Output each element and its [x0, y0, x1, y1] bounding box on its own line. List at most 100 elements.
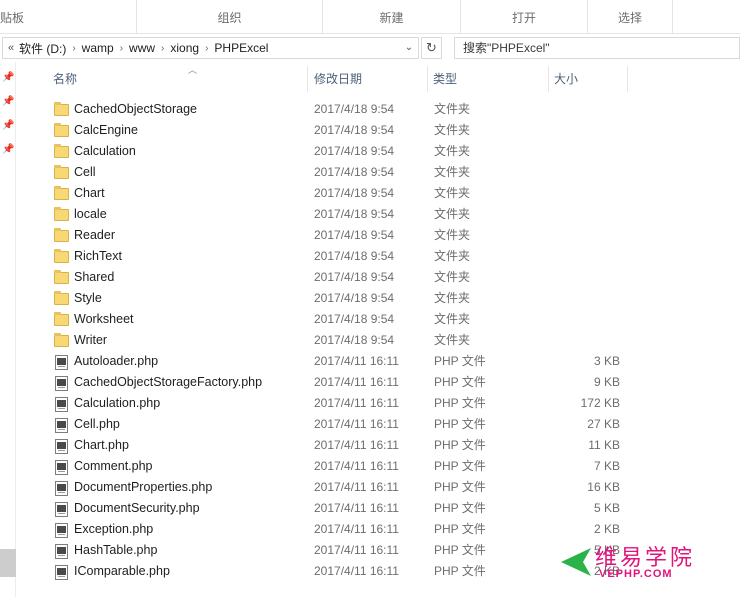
ribbon-group-open[interactable]: 打开 [461, 0, 587, 34]
overflow-chevron-icon[interactable]: « [3, 42, 19, 54]
file-name: Exception.php [74, 522, 154, 536]
file-type: 文件夹 [434, 270, 471, 284]
folder-icon [54, 249, 70, 264]
breadcrumb-item-wamp[interactable]: wamp [82, 41, 114, 55]
folder-icon [54, 228, 70, 243]
file-name: Style [74, 291, 102, 305]
file-type: PHP 文件 [434, 480, 486, 494]
file-row[interactable]: Cell.php 2017/4/11 16:11 PHP 文件 27 KB [16, 414, 740, 435]
address-dropdown-icon[interactable]: ⌄ [402, 41, 416, 55]
file-type: PHP 文件 [434, 354, 486, 368]
file-modified-date: 2017/4/18 9:54 [314, 123, 395, 137]
file-modified-date: 2017/4/11 16:11 [314, 396, 399, 410]
folder-icon [54, 102, 70, 117]
file-type: PHP 文件 [434, 501, 486, 515]
file-row[interactable]: Worksheet 2017/4/18 9:54 文件夹 [16, 309, 740, 330]
file-row[interactable]: RichText 2017/4/18 9:54 文件夹 [16, 246, 740, 267]
file-name: Calculation [74, 144, 136, 158]
php-file-icon [54, 355, 70, 370]
file-name: CalcEngine [74, 123, 138, 137]
file-modified-date: 2017/4/11 16:11 [314, 438, 399, 452]
file-row[interactable]: locale 2017/4/18 9:54 文件夹 [16, 204, 740, 225]
breadcrumb-item-www[interactable]: www [129, 41, 155, 55]
file-modified-date: 2017/4/11 16:11 [314, 501, 399, 515]
column-header-name[interactable]: 名称 [48, 62, 306, 96]
breadcrumb-chevron-icon[interactable]: › [120, 43, 123, 54]
file-type: 文件夹 [434, 228, 471, 242]
refresh-button[interactable]: ↻ [421, 37, 442, 59]
file-name: Chart [74, 186, 105, 200]
column-divider[interactable] [627, 66, 628, 92]
file-row[interactable]: Cell 2017/4/18 9:54 文件夹 [16, 162, 740, 183]
ribbon: 贴板 组织 新建 打开 选择 [0, 0, 740, 34]
column-header-type[interactable]: 类型 [428, 62, 548, 96]
ribbon-group-clipboard[interactable]: 贴板 [0, 0, 30, 34]
file-row[interactable]: DocumentProperties.php 2017/4/11 16:11 PHP… [16, 477, 740, 498]
file-row[interactable]: Style 2017/4/18 9:54 文件夹 [16, 288, 740, 309]
file-row[interactable]: Chart 2017/4/18 9:54 文件夹 [16, 183, 740, 204]
file-row[interactable]: Comment.php 2017/4/11 16:11 PHP 文件 7 KB [16, 456, 740, 477]
file-name: DocumentSecurity.php [74, 501, 200, 515]
file-size: 2 KB [593, 522, 620, 536]
ribbon-group-new[interactable]: 新建 [323, 0, 460, 34]
file-modified-date: 2017/4/18 9:54 [314, 249, 395, 263]
search-input[interactable]: 搜索"PHPExcel" [454, 37, 740, 59]
file-row[interactable]: Writer 2017/4/18 9:54 文件夹 [16, 330, 740, 351]
file-type: PHP 文件 [434, 564, 486, 578]
pin-icon[interactable]: 📌 [2, 72, 14, 84]
file-type: PHP 文件 [434, 375, 486, 389]
file-name: HashTable.php [74, 543, 158, 557]
column-divider[interactable] [307, 66, 308, 92]
folder-icon [54, 291, 70, 306]
file-row[interactable]: CachedObjectStorageFactory.php 2017/4/11 … [16, 372, 740, 393]
folder-icon [54, 270, 70, 285]
breadcrumb-chevron-icon[interactable]: › [205, 43, 208, 54]
file-name: Cell.php [74, 417, 120, 431]
file-modified-date: 2017/4/11 16:11 [314, 543, 399, 557]
file-size: 11 KB [588, 438, 620, 452]
breadcrumb-item-drive[interactable]: 软件 (D:) [19, 40, 66, 57]
file-name: CachedObjectStorageFactory.php [74, 375, 263, 389]
file-row[interactable]: Reader 2017/4/18 9:54 文件夹 [16, 225, 740, 246]
file-name: locale [74, 207, 107, 221]
file-modified-date: 2017/4/18 9:54 [314, 186, 395, 200]
breadcrumb-chevron-icon[interactable]: › [161, 43, 164, 54]
file-size: 172 KB [580, 396, 620, 410]
file-row[interactable]: Exception.php 2017/4/11 16:11 PHP 文件 2 KB [16, 519, 740, 540]
file-row[interactable]: Autoloader.php 2017/4/11 16:11 PHP 文件 3 KB [16, 351, 740, 372]
file-row[interactable]: CalcEngine 2017/4/18 9:54 文件夹 [16, 120, 740, 141]
file-row[interactable]: Shared 2017/4/18 9:54 文件夹 [16, 267, 740, 288]
navigation-pane: 📌 📌 📌 📌 [0, 62, 16, 597]
column-header-size[interactable]: 大小 [549, 62, 627, 96]
file-type: 文件夹 [434, 165, 471, 179]
pin-icon[interactable]: 📌 [2, 120, 14, 132]
file-list: CachedObjectStorage 2017/4/18 9:54 文件夹 Calc… [16, 99, 740, 597]
column-header-modified[interactable]: 修改日期 [309, 62, 427, 96]
breadcrumb-item-phpexcel[interactable]: PHPExcel [214, 41, 268, 55]
file-modified-date: 2017/4/18 9:54 [314, 144, 395, 158]
php-file-icon [54, 460, 70, 475]
file-row[interactable]: CachedObjectStorage 2017/4/18 9:54 文件夹 [16, 99, 740, 120]
folder-icon [54, 144, 70, 159]
pin-icon[interactable]: 📌 [2, 96, 14, 108]
file-modified-date: 2017/4/11 16:11 [314, 480, 399, 494]
breadcrumb-chevron-icon[interactable]: › [72, 43, 75, 54]
file-size: 9 KB [593, 375, 620, 389]
file-type: 文件夹 [434, 123, 471, 137]
file-row[interactable]: Calculation.php 2017/4/11 16:11 PHP 文件 172 … [16, 393, 740, 414]
file-size: 7 KB [593, 459, 620, 473]
ribbon-group-organize[interactable]: 组织 [137, 0, 322, 34]
address-bar[interactable]: « 软件 (D:) › wamp › www › xiong › PHPExce… [2, 37, 419, 59]
pin-icon[interactable]: 📌 [2, 144, 14, 156]
file-row[interactable]: Calculation 2017/4/18 9:54 文件夹 [16, 141, 740, 162]
ribbon-group-select[interactable]: 选择 [588, 0, 672, 34]
file-name: IComparable.php [74, 564, 170, 578]
breadcrumb-item-xiong[interactable]: xiong [170, 41, 199, 55]
watermark: 维易学院 VEPHP.COM [555, 540, 740, 590]
file-row[interactable]: DocumentSecurity.php 2017/4/11 16:11 PHP 文… [16, 498, 740, 519]
file-type: 文件夹 [434, 249, 471, 263]
navigation-scrollbar-thumb[interactable] [0, 549, 16, 577]
file-row[interactable]: Chart.php 2017/4/11 16:11 PHP 文件 11 KB [16, 435, 740, 456]
file-type: PHP 文件 [434, 522, 486, 536]
folder-icon [54, 312, 70, 327]
